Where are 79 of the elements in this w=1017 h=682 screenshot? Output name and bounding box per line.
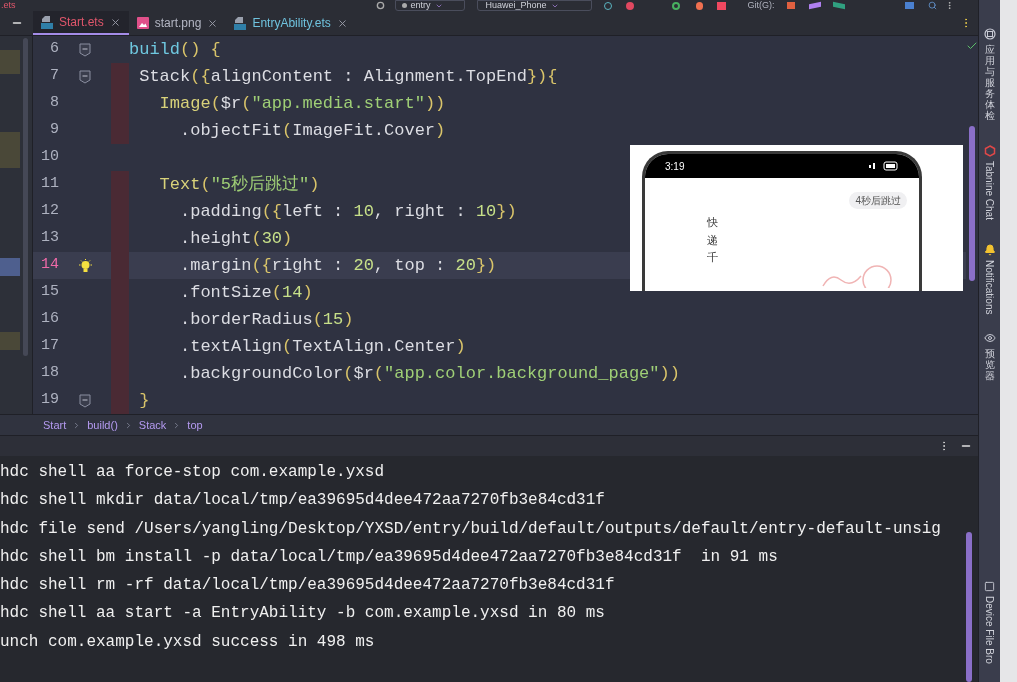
code-line: .padding({left : 10, right : 10}) [179,200,517,223]
eye-icon[interactable] [983,332,996,345]
device-dropdown[interactable]: Huawei_Phone [476,0,592,12]
line-number: 6 [49,39,59,60]
fold-marker-icon[interactable] [79,42,91,57]
hexagon-icon[interactable] [983,145,996,157]
line-number: 16 [40,309,59,330]
vcs-label: Git(G): [747,1,775,11]
square-icon[interactable] [984,581,995,593]
tree-row-highlight [0,332,20,351]
tree-row-highlight [0,50,20,75]
code-file-icon [41,15,53,29]
search-icon[interactable] [927,1,937,11]
line-number: 15 [40,282,59,303]
tool-window-label[interactable]: Tabnine Chat [982,161,997,220]
debug-icon[interactable] [625,1,634,10]
console-line: hdc shell aa force-stop com.example.yxsd [0,462,386,483]
scrollbar[interactable] [966,532,972,682]
line-number: 7 [49,66,59,87]
code-line: Text("5秒后跳过") [158,173,320,196]
line-number: 12 [40,201,59,222]
breadcrumb-item[interactable]: Start [43,416,67,434]
console-line: hdc shell bm install -p data/local/tmp/ea39695d4dee472aa7270fb3e84cd31f in 91 ms [0,546,779,568]
lightbulb-icon[interactable] [78,258,92,273]
line-number: 17 [40,336,59,357]
code-line: .margin({right : 20, top : 20}) [179,254,497,277]
console-line: hdc shell mkdir data/local/tmp/ea39695d4dee472aa7270fb3e84cd31f [0,490,606,512]
file-tab[interactable]: start.png [128,11,227,36]
code-line: .height(30) [179,227,293,250]
battery-icon [869,161,899,172]
line-number: 9 [49,120,59,141]
code-line: } [138,389,150,412]
tree-row-highlight [0,132,20,169]
console-line: unch com.example.yxsd success in 498 ms [0,631,376,653]
fold-marker-icon[interactable] [79,69,91,84]
code-line: .backgroundColor($r("app.color.background_page")) [179,362,680,385]
file-name-fragment: .ets [1,1,16,11]
code-file-icon [234,16,247,30]
close-icon[interactable] [207,17,219,29]
code-line: Stack({alignContent : Alignment.TopEnd}){ [138,65,558,88]
refresh-icon[interactable] [671,1,680,10]
scrollbar[interactable] [23,38,28,357]
line-number: 18 [40,363,59,384]
bell-icon[interactable] [983,243,996,256]
line-number: 10 [40,147,59,168]
code-line: .textAlign(TextAlign.Center) [179,335,466,358]
fold-marker-icon[interactable] [79,393,91,408]
file-tab[interactable]: EntryAbility.ets [226,11,356,36]
code-line: build() { [129,38,221,61]
console-line: hdc shell aa start -a EntryAbility -b com.example.yxsd in 80 ms [0,603,606,625]
tree-row-highlight [0,258,20,277]
line-number: 19 [40,390,59,411]
tool-window-label[interactable]: 应用与服务体检 [984,44,995,121]
line-number: 11 [40,174,59,195]
console-line: hdc shell rm -rf data/local/tmp/ea39695d4dee472aa7270fb3e84cd31f [0,575,616,597]
stop-icon[interactable] [716,1,726,10]
breadcrumb-item[interactable]: Stack [138,416,167,434]
tool-window-label[interactable]: Notifications [982,259,997,315]
breadcrumb-item[interactable]: top [187,416,203,434]
line-number: 14 [40,255,59,276]
console-line: hdc file send /Users/yangling/Desktop/YXSD/entry/build/default/outputs/default/entry-default-unsig [0,518,942,540]
breadcrumb-item[interactable]: build() [87,416,118,434]
file-tab[interactable]: Start.ets [33,11,129,36]
line-number: 13 [40,228,59,249]
close-icon[interactable] [109,16,121,28]
close-icon[interactable] [336,17,348,29]
code-line: .objectFit(ImageFit.Cover) [179,119,446,142]
tool-window-label[interactable]: 预览器 [984,348,995,382]
code-line: .fontSize(14) [179,281,313,304]
status-time: 3:19 [665,159,685,174]
code-line: Image($r("app.media.start")) [158,92,446,115]
image-file-icon [136,17,149,30]
tool-window-label[interactable]: Device File Bro [982,596,997,665]
skip-button[interactable]: 4秒后跳过 [849,192,907,210]
scrollbar[interactable] [969,126,975,282]
line-number: 8 [49,93,59,114]
code-line: .borderRadius(15) [179,308,354,331]
vertical-slogan: 快递千 [707,215,718,266]
grid-icon[interactable] [983,28,996,40]
